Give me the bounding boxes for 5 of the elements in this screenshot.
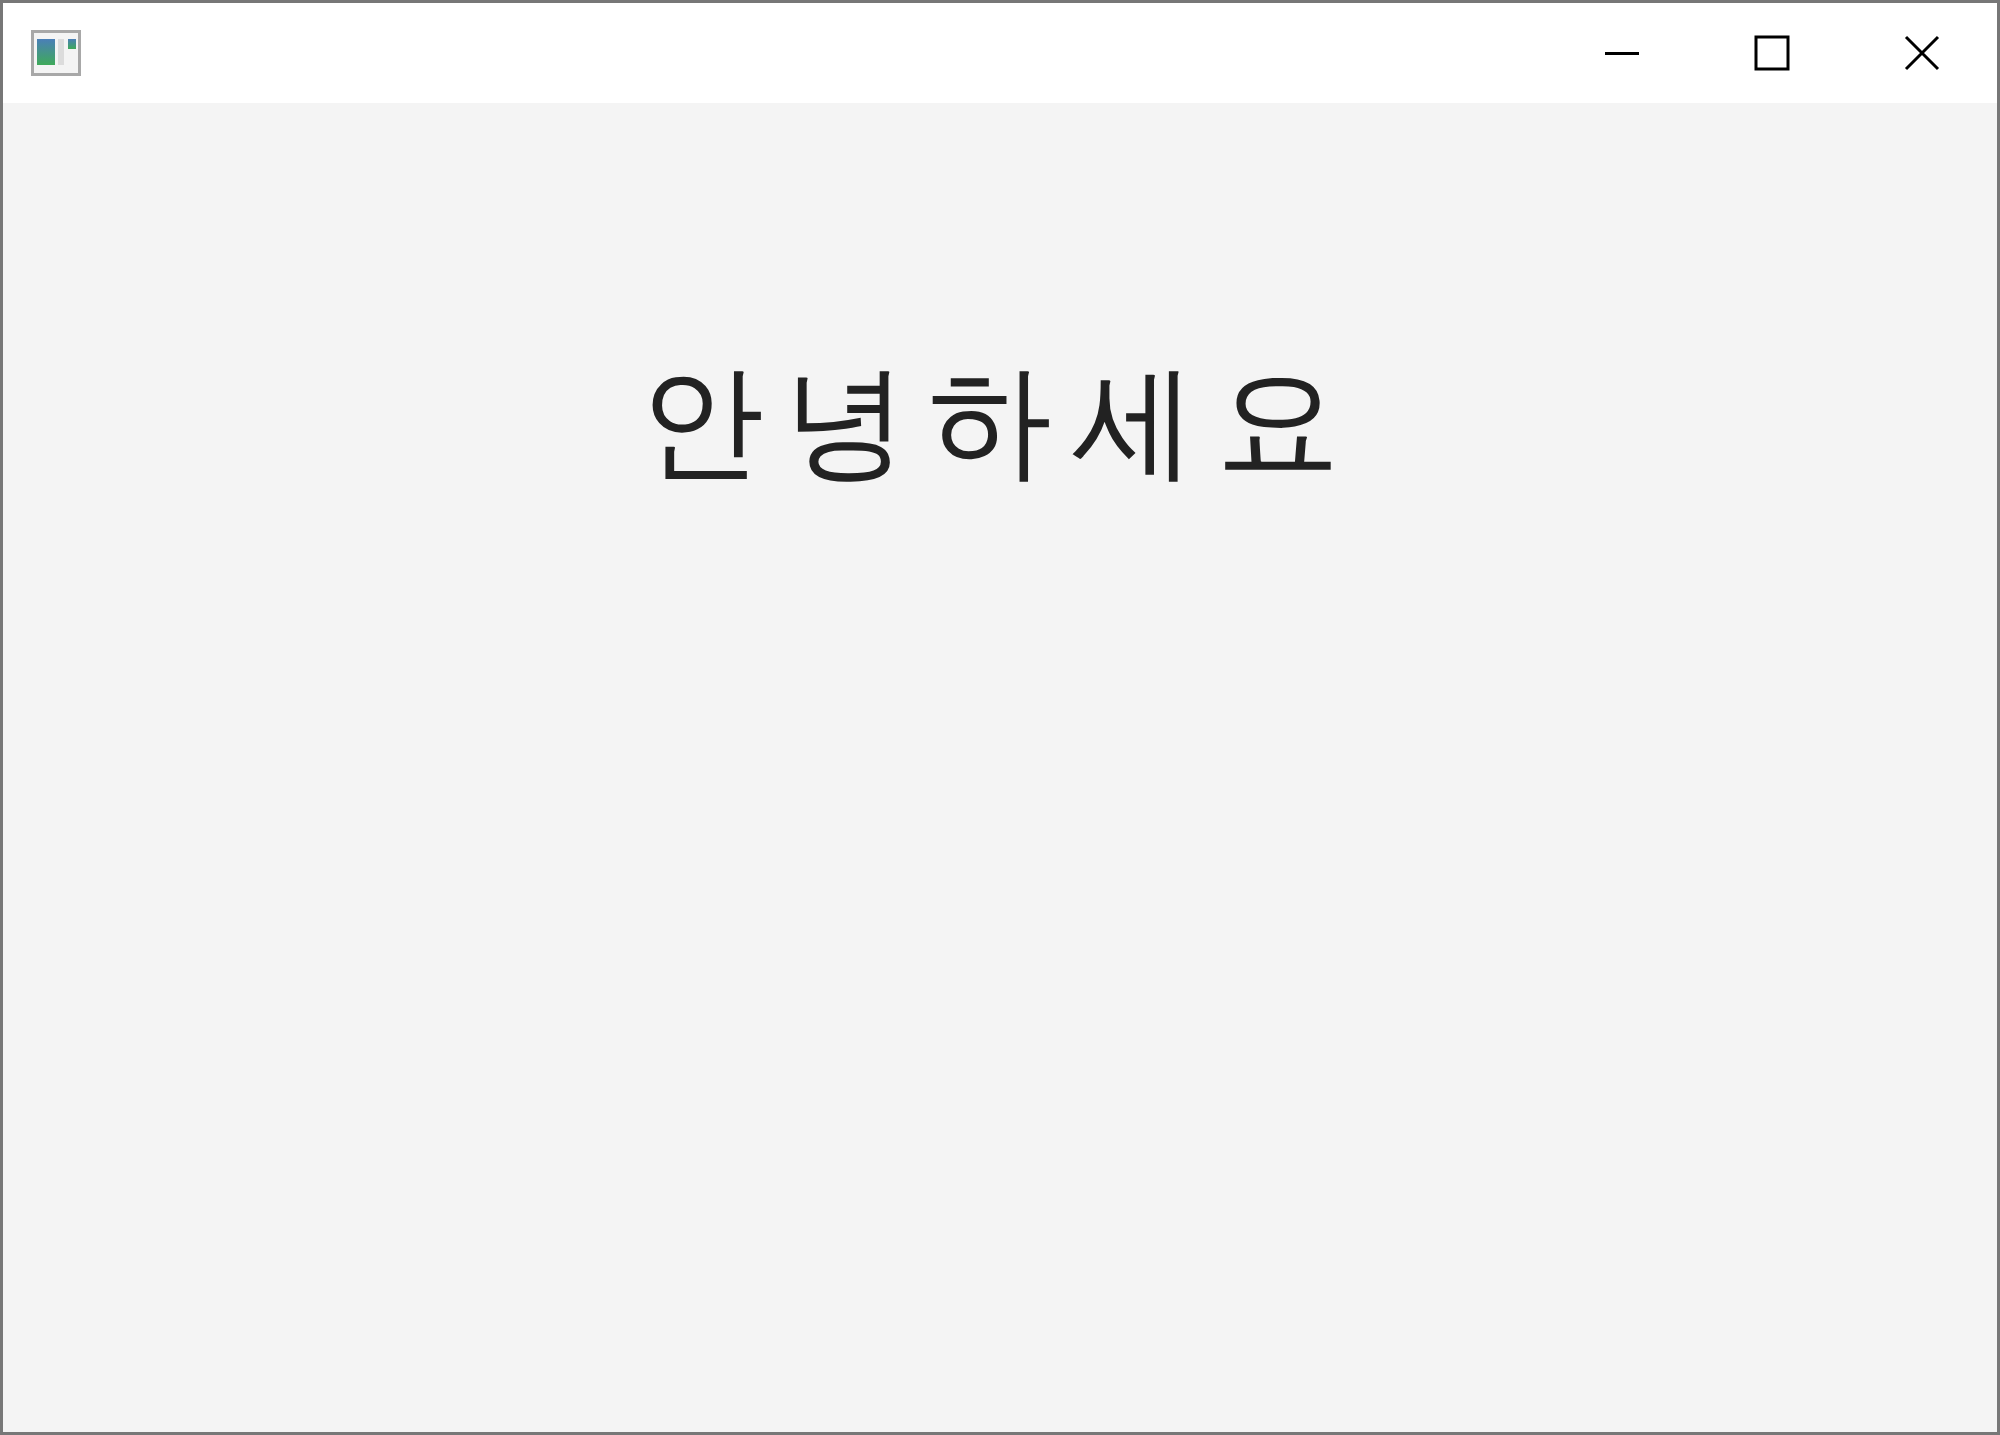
greeting-text: 안녕하세요 bbox=[640, 353, 1360, 490]
maximize-icon bbox=[1754, 35, 1790, 71]
close-icon bbox=[1904, 35, 1940, 71]
minimize-icon bbox=[1605, 51, 1639, 55]
app-icon bbox=[31, 30, 81, 76]
